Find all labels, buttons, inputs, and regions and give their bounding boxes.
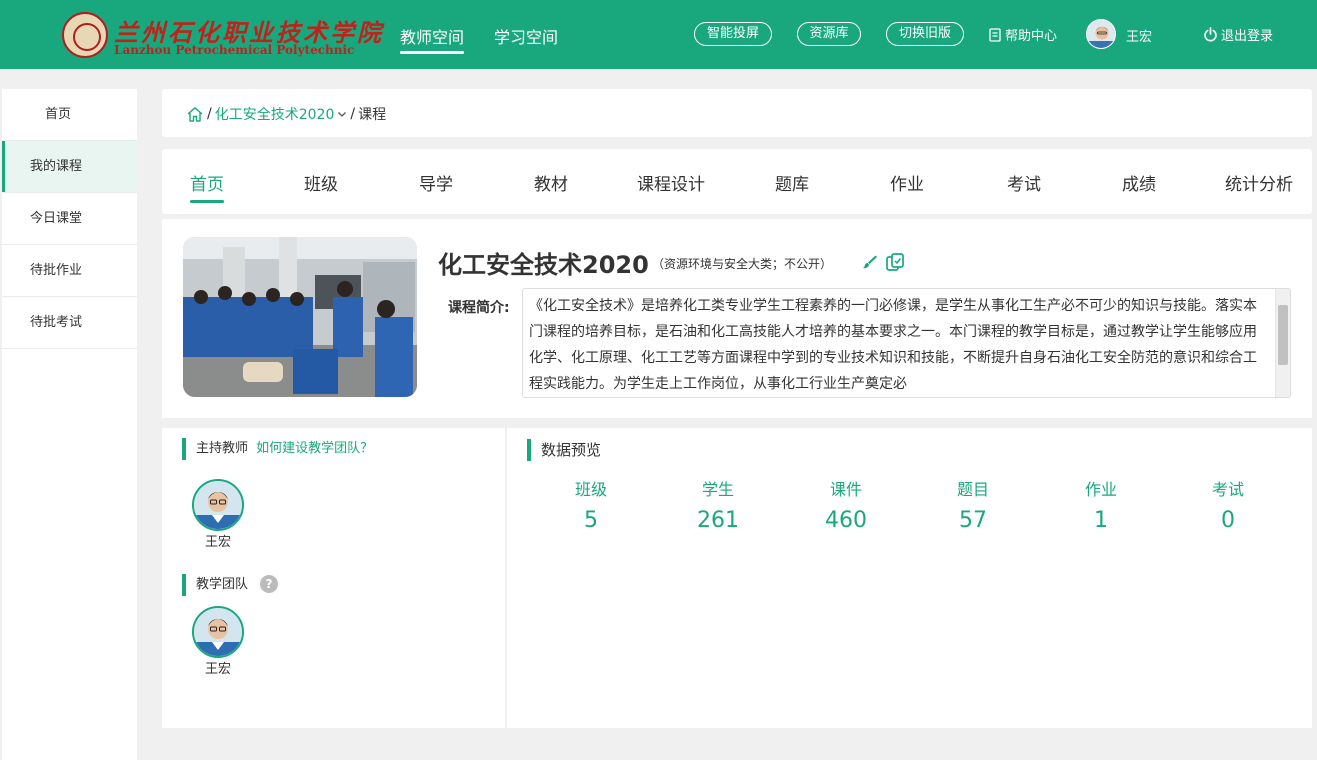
course-intro-label: 课程简介: bbox=[448, 300, 510, 316]
left-sidebar: 首页 我的课程 今日课堂 待批作业 待批考试 bbox=[2, 89, 137, 760]
tab-grades[interactable]: 成绩 bbox=[1122, 170, 1156, 195]
course-subtitle: （资源环境与安全大类；不公开） bbox=[652, 257, 833, 271]
school-emblem-icon bbox=[62, 12, 108, 58]
switch-old-version-button[interactable]: 切换旧版 bbox=[886, 22, 964, 46]
breadcrumb-separator: / bbox=[207, 106, 212, 122]
tab-homework[interactable]: 作业 bbox=[890, 170, 924, 195]
user-name[interactable]: 王宏 bbox=[1126, 26, 1152, 45]
breadcrumb-current: 课程 bbox=[358, 107, 387, 123]
host-teacher-heading: 主持教师 如何建设教学团队？ bbox=[182, 438, 373, 460]
nav-study-space[interactable]: 学习空间 bbox=[494, 24, 558, 48]
breadcrumb-separator: / bbox=[350, 106, 356, 122]
sidebar-item-pending-homework[interactable]: 待批作业 bbox=[2, 245, 137, 297]
user-avatar[interactable] bbox=[1086, 19, 1116, 49]
stat-exams[interactable]: 考试 0 bbox=[1178, 476, 1278, 533]
edit-brush-icon[interactable] bbox=[862, 254, 878, 270]
help-center-label: 帮助中心 bbox=[1005, 29, 1058, 44]
tab-course-design[interactable]: 课程设计 bbox=[637, 170, 705, 195]
stat-value: 1 bbox=[1094, 508, 1108, 533]
sidebar-item-pending-exams[interactable]: 待批考试 bbox=[2, 297, 137, 349]
help-doc-icon bbox=[989, 28, 1001, 42]
home-icon[interactable] bbox=[186, 106, 204, 123]
stat-value: 460 bbox=[825, 508, 867, 533]
stat-label: 考试 bbox=[1211, 480, 1244, 499]
sidebar-item-home[interactable]: 首页 bbox=[2, 89, 137, 141]
school-name-en: Lanzhou Petrochemical Polytechnic bbox=[114, 43, 355, 57]
stat-classes[interactable]: 班级 5 bbox=[541, 476, 641, 533]
course-intro-box[interactable]: 《化工安全技术》是培养化工类专业学生工程素养的一门必修课，是学生从事化工生产必不… bbox=[522, 288, 1291, 398]
course-tabs: 首页 班级 导学 教材 课程设计 题库 作业 考试 成绩 统计分析 bbox=[162, 149, 1312, 214]
tab-classes[interactable]: 班级 bbox=[304, 170, 338, 195]
chevron-down-icon[interactable] bbox=[337, 109, 347, 119]
stat-homework[interactable]: 作业 1 bbox=[1051, 476, 1151, 533]
tab-question-bank[interactable]: 题库 bbox=[775, 170, 809, 195]
tab-guide[interactable]: 导学 bbox=[419, 170, 453, 195]
sidebar-item-today-class[interactable]: 今日课堂 bbox=[2, 193, 137, 245]
team-member-name: 王宏 bbox=[204, 662, 231, 677]
teaching-team-label: 教学团队 bbox=[196, 577, 249, 592]
stat-value: 261 bbox=[697, 508, 739, 533]
stat-value: 0 bbox=[1221, 508, 1235, 533]
intro-scrollbar[interactable] bbox=[1275, 289, 1290, 397]
teachers-panel: 主持教师 如何建设教学团队？ 王宏 教学团队? 王宏 bbox=[162, 428, 505, 728]
help-center-link[interactable]: 帮助中心 bbox=[988, 25, 1057, 44]
host-teacher-name: 王宏 bbox=[204, 535, 231, 550]
power-icon bbox=[1204, 27, 1217, 42]
resource-library-button[interactable]: 资源库 bbox=[797, 22, 861, 46]
stat-label: 班级 bbox=[574, 480, 607, 499]
host-teacher-label: 主持教师 bbox=[196, 441, 249, 456]
smart-cast-button[interactable]: 智能投屏 bbox=[694, 22, 772, 46]
host-teacher-avatar[interactable] bbox=[192, 479, 244, 531]
course-intro-text: 《化工安全技术》是培养化工类专业学生工程素养的一门必修课，是学生从事化工生产必不… bbox=[529, 298, 1257, 392]
data-preview-title: 数据预览 bbox=[527, 439, 601, 461]
question-icon[interactable]: ? bbox=[260, 575, 279, 593]
stat-coursewares[interactable]: 课件 460 bbox=[796, 476, 896, 533]
tab-statistics[interactable]: 统计分析 bbox=[1225, 170, 1293, 195]
sidebar-item-my-courses[interactable]: 我的课程 bbox=[2, 141, 137, 193]
build-team-help-link[interactable]: 如何建设教学团队？ bbox=[256, 441, 373, 456]
data-preview-panel: 数据预览 班级 5 学生 261 课件 460 题目 57 作业 1 考试 0 bbox=[507, 428, 1312, 728]
course-info-panel: 化工安全技术2020 （资源环境与安全大类；不公开） 课程简介: 《化工安全技术… bbox=[162, 219, 1312, 418]
stat-value: 5 bbox=[584, 508, 598, 533]
stat-label: 作业 bbox=[1084, 480, 1117, 499]
course-title: 化工安全技术2020 bbox=[438, 251, 649, 279]
breadcrumb: / 化工安全技术2020 / 课程 bbox=[162, 89, 1312, 137]
tab-exams[interactable]: 考试 bbox=[1007, 170, 1041, 195]
nav-teacher-space[interactable]: 教师空间 bbox=[386, 24, 478, 54]
school-logo[interactable]: 兰州石化职业技术学院 Lanzhou Petrochemical Polytec… bbox=[62, 10, 381, 62]
tab-home[interactable]: 首页 bbox=[190, 170, 224, 203]
teaching-team-heading: 教学团队? bbox=[182, 574, 279, 596]
stat-label: 课件 bbox=[829, 480, 862, 499]
copy-icon[interactable] bbox=[885, 252, 905, 272]
stat-label: 学生 bbox=[701, 480, 734, 499]
team-member-avatar[interactable] bbox=[192, 606, 244, 658]
tab-textbook[interactable]: 教材 bbox=[534, 170, 568, 195]
logout-label: 退出登录 bbox=[1221, 29, 1274, 44]
course-cover-image[interactable] bbox=[183, 237, 417, 397]
top-header: 兰州石化职业技术学院 Lanzhou Petrochemical Polytec… bbox=[0, 0, 1317, 69]
stat-value: 57 bbox=[959, 508, 987, 533]
stat-label: 题目 bbox=[956, 480, 989, 499]
stat-students[interactable]: 学生 261 bbox=[668, 476, 768, 533]
logout-button[interactable]: 退出登录 bbox=[1203, 25, 1273, 44]
stat-questions[interactable]: 题目 57 bbox=[923, 476, 1023, 533]
breadcrumb-course-dropdown[interactable]: 化工安全技术2020 bbox=[215, 104, 335, 124]
